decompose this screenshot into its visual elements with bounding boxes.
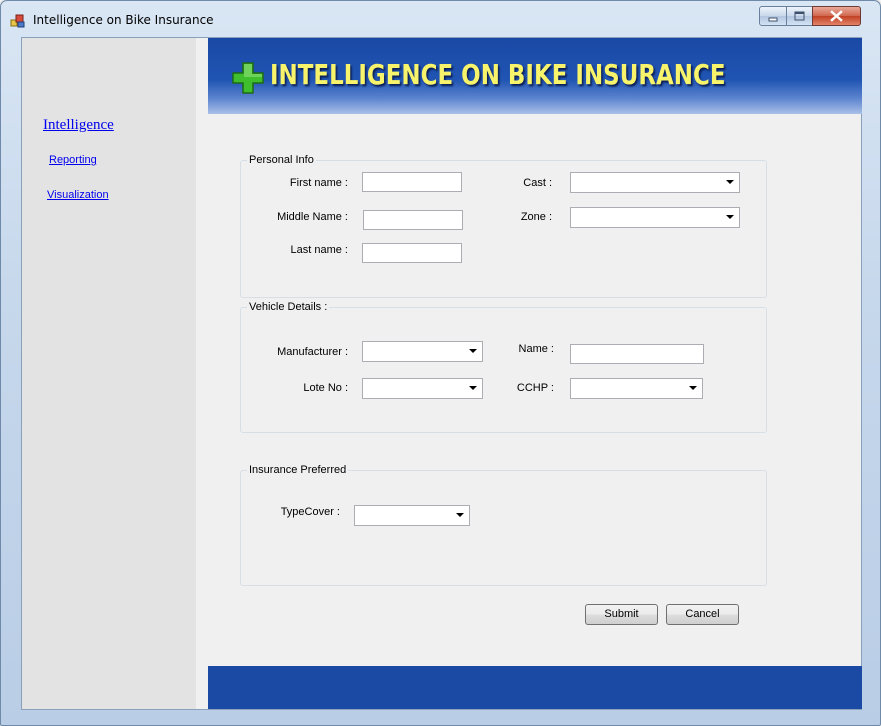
sidebar-item-reporting[interactable]: Reporting: [49, 154, 97, 166]
middle-name-label: Middle Name :: [277, 211, 348, 223]
client-area: Intelligence Reporting Visualization INT…: [21, 37, 862, 710]
typecover-dropdown[interactable]: [354, 505, 470, 526]
app-icon: [10, 14, 25, 28]
name-field[interactable]: [570, 344, 704, 364]
lote-no-label: Lote No :: [303, 382, 348, 394]
close-icon: [830, 10, 843, 22]
window-title: Intelligence on Bike Insurance: [33, 13, 214, 27]
sidebar: Intelligence Reporting Visualization: [22, 38, 196, 709]
chevron-down-icon: [726, 215, 734, 219]
chevron-down-icon: [469, 349, 477, 353]
close-button[interactable]: [812, 6, 861, 26]
submit-button[interactable]: Submit: [585, 604, 658, 625]
title-bar[interactable]: Intelligence on Bike Insurance: [1, 1, 880, 37]
first-name-field[interactable]: [362, 172, 462, 192]
sidebar-item-visualization[interactable]: Visualization: [47, 189, 109, 201]
maximize-icon: [794, 11, 805, 21]
app-window: Intelligence on Bike Insurance Intellige…: [0, 0, 881, 726]
personal-info-label: Personal Info: [247, 154, 316, 166]
chevron-down-icon: [456, 513, 464, 517]
manufacturer-label: Manufacturer :: [277, 346, 348, 358]
maximize-button[interactable]: [786, 6, 813, 26]
banner-title: INTELLIGENCE ON BIKE INSURANCE: [270, 58, 726, 91]
chevron-down-icon: [469, 386, 477, 390]
cancel-button[interactable]: Cancel: [666, 604, 739, 625]
last-name-label: Last name :: [290, 244, 348, 256]
footer-bar: [208, 666, 862, 709]
minimize-button[interactable]: [759, 6, 787, 26]
minimize-icon: [768, 17, 778, 22]
vehicle-details-label: Vehicle Details :: [247, 301, 330, 313]
first-name-label: First name :: [289, 177, 348, 189]
cchp-dropdown[interactable]: [570, 378, 703, 399]
chevron-down-icon: [726, 180, 734, 184]
insurance-preferred-label: Insurance Preferred: [247, 464, 349, 476]
lote-no-dropdown[interactable]: [362, 378, 483, 399]
sidebar-heading-intelligence[interactable]: Intelligence: [43, 117, 114, 134]
cchp-label: CCHP :: [516, 382, 554, 394]
cast-label: Cast :: [523, 177, 552, 189]
zone-dropdown[interactable]: [570, 207, 740, 228]
zone-label: Zone :: [520, 211, 552, 223]
header-banner: INTELLIGENCE ON BIKE INSURANCE: [208, 38, 862, 114]
typecover-label: TypeCover :: [280, 506, 340, 518]
last-name-field[interactable]: [362, 243, 462, 263]
manufacturer-dropdown[interactable]: [362, 341, 483, 362]
vehicle-details-group: [240, 307, 767, 433]
name-label: Name :: [518, 343, 554, 355]
cast-dropdown[interactable]: [570, 172, 740, 193]
insurance-preferred-group: [240, 470, 767, 586]
green-plus-icon: [232, 62, 264, 94]
chevron-down-icon: [689, 386, 697, 390]
middle-name-field[interactable]: [363, 210, 463, 230]
